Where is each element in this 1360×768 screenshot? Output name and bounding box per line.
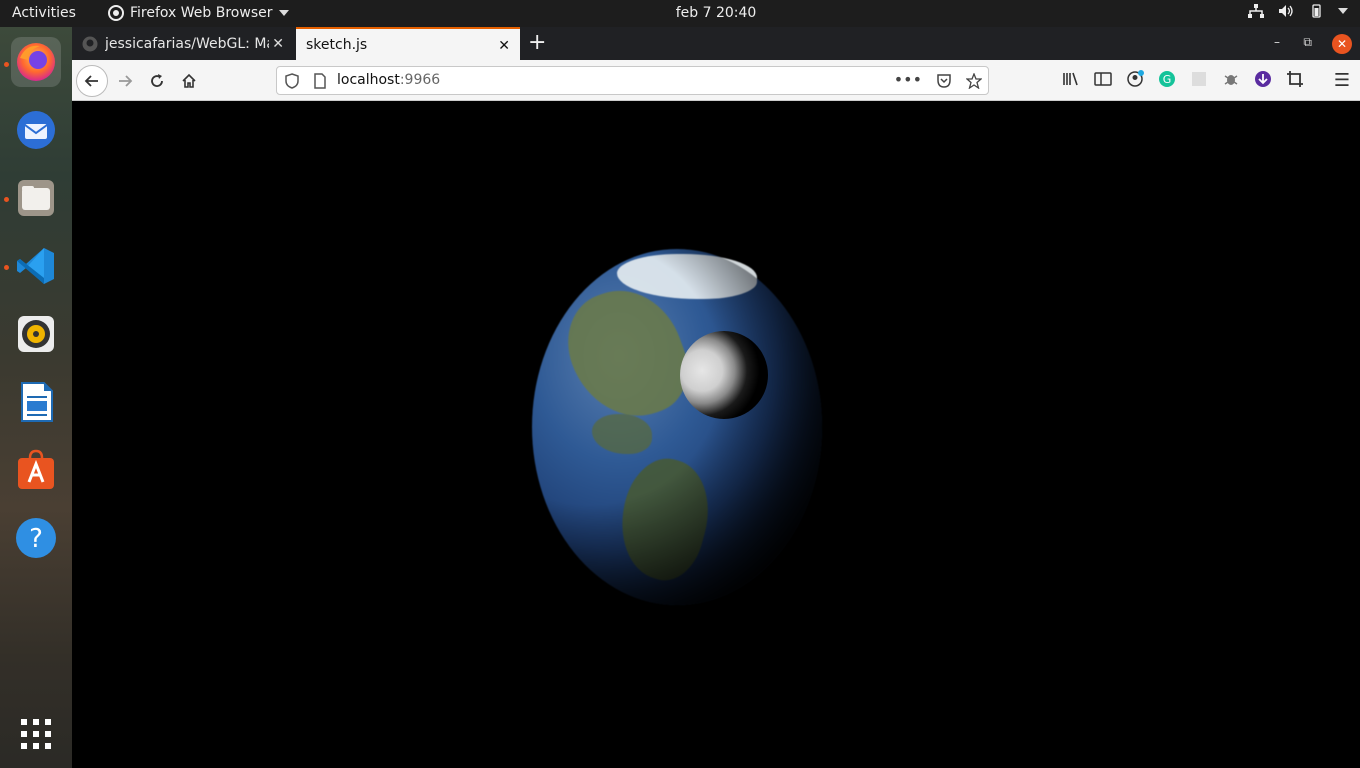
tab-sketch[interactable]: sketch.js ✕ — [296, 27, 520, 60]
crop-screenshot-icon[interactable] — [1286, 70, 1304, 88]
arrow-left-icon — [84, 75, 98, 87]
top-bar: Activities Firefox Web Browser feb 7 20:… — [0, 0, 1360, 27]
forward-button[interactable] — [111, 67, 139, 95]
tab-label: jessicafarias/WebGL: Ma — [105, 35, 269, 52]
mail-icon — [17, 111, 55, 149]
home-button[interactable] — [175, 67, 203, 95]
hamburger-menu-icon[interactable]: ☰ — [1334, 70, 1350, 91]
firefox-icon — [17, 43, 55, 81]
chevron-down-icon — [1338, 8, 1348, 14]
network-icon — [1248, 4, 1264, 18]
url-port: :9966 — [399, 72, 441, 88]
dock-item-firefox[interactable] — [11, 37, 61, 87]
running-indicator — [4, 197, 9, 202]
dock-item-software[interactable] — [11, 445, 61, 495]
grammarly-icon[interactable]: G — [1158, 70, 1176, 88]
reload-button[interactable] — [143, 67, 171, 95]
library-icon[interactable] — [1062, 71, 1080, 87]
back-button[interactable] — [76, 65, 108, 97]
svg-text:G: G — [1163, 73, 1172, 86]
software-store-icon — [18, 449, 54, 489]
close-window-button[interactable]: ✕ — [1332, 34, 1352, 54]
tab-github[interactable]: jessicafarias/WebGL: Ma ✕ — [74, 27, 294, 60]
dock-item-vscode[interactable] — [11, 241, 61, 291]
extension-placeholder-icon[interactable] — [1190, 70, 1208, 88]
download-extension-icon[interactable] — [1254, 70, 1272, 88]
running-indicator — [4, 62, 9, 67]
url-text: localhost:9966 — [337, 72, 440, 88]
moon-sphere — [680, 331, 768, 419]
system-tray[interactable] — [1248, 4, 1348, 18]
reload-icon — [151, 74, 163, 87]
more-actions-icon[interactable]: ••• — [894, 70, 922, 89]
account-icon[interactable] — [1126, 70, 1144, 88]
nav-bar: localhost:9966 ••• G ☰ — [72, 60, 1360, 101]
arrow-right-icon — [119, 75, 133, 87]
minimize-button[interactable]: – — [1274, 35, 1280, 49]
bug-icon[interactable] — [1222, 70, 1240, 88]
svg-text:?: ? — [29, 524, 43, 554]
vscode-icon — [17, 248, 54, 284]
shield-icon[interactable] — [285, 73, 299, 89]
home-icon — [182, 73, 196, 88]
apps-grid-icon — [21, 719, 51, 749]
dock: ? — [0, 27, 72, 768]
battery-icon — [1312, 4, 1321, 18]
dock-item-help[interactable]: ? — [11, 513, 61, 563]
dock-item-show-apps[interactable] — [11, 709, 61, 759]
webgl-canvas[interactable] — [72, 101, 1360, 768]
earth-sphere — [532, 249, 822, 605]
pocket-icon[interactable] — [936, 73, 952, 89]
dock-item-files[interactable] — [11, 173, 61, 223]
url-host: localhost — [337, 72, 400, 88]
music-icon — [18, 316, 54, 352]
folder-icon — [18, 180, 54, 216]
dock-item-writer[interactable] — [11, 377, 61, 427]
volume-icon — [1279, 5, 1293, 17]
help-icon: ? — [16, 518, 56, 558]
sidebar-icon[interactable] — [1094, 71, 1112, 87]
toolbar-icons: G — [1062, 70, 1304, 88]
close-tab-icon[interactable]: ✕ — [272, 36, 284, 52]
running-indicator — [4, 265, 9, 270]
document-icon — [21, 382, 53, 422]
dock-item-rhythmbox[interactable] — [11, 309, 61, 359]
github-icon — [82, 36, 98, 51]
clock[interactable]: feb 7 20:40 — [0, 5, 1360, 21]
tab-bar: jessicafarias/WebGL: Ma ✕ sketch.js ✕ + … — [72, 27, 1360, 60]
close-tab-icon[interactable]: ✕ — [498, 38, 510, 54]
restore-button[interactable]: ⧉ — [1303, 35, 1312, 50]
page-icon[interactable] — [313, 73, 327, 89]
tab-label: sketch.js — [306, 36, 368, 53]
url-actions: ••• — [894, 70, 982, 89]
new-tab-button[interactable]: + — [528, 31, 546, 55]
url-bar[interactable]: localhost:9966 ••• — [276, 66, 989, 95]
bookmark-star-icon[interactable] — [966, 73, 982, 89]
dock-item-thunderbird[interactable] — [11, 105, 61, 155]
